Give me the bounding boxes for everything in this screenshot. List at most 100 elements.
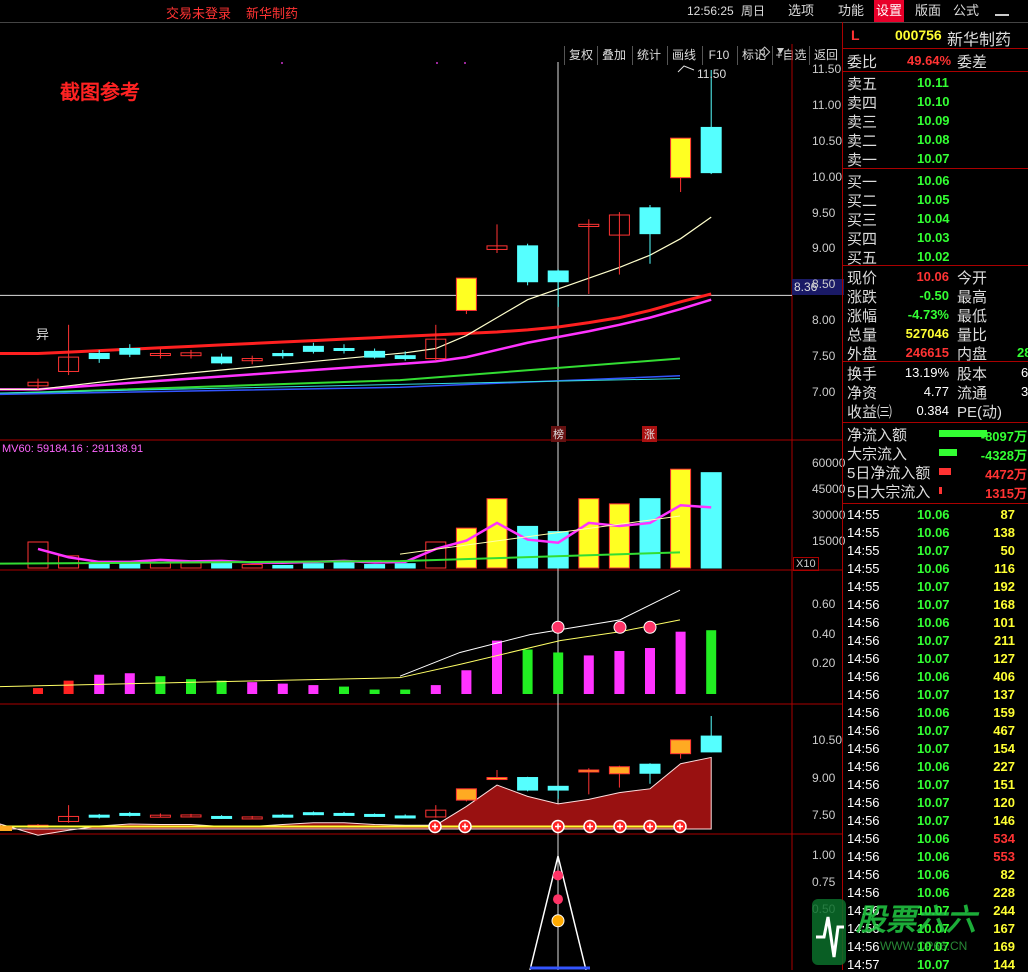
weekday: 周日 <box>741 4 766 18</box>
tick-volume: 534 <box>993 831 1015 846</box>
price-axis-tick: 11.50 <box>812 62 842 76</box>
indicator-bar <box>33 688 43 694</box>
stat2-label: 收益㈢ <box>847 404 893 421</box>
tick-price: 10.07 <box>917 741 950 756</box>
indicator-bar <box>583 655 594 694</box>
stock-name: 新华制药 <box>947 32 1012 49</box>
volume-ma-label: MV60: 59184.16 : 291138.91 <box>2 443 144 455</box>
chart-area[interactable] <box>0 44 842 970</box>
flow-value: -4328万 <box>980 448 1027 463</box>
ask-price: 10.07 <box>917 151 950 166</box>
tick-volume: 101 <box>993 615 1015 630</box>
indicator-axis-tick: 0.20 <box>812 656 836 671</box>
minimize-icon[interactable] <box>995 2 1009 16</box>
ask-label: 卖一 <box>847 152 878 169</box>
tick-price: 10.07 <box>917 813 950 828</box>
sub-chart <box>0 716 722 836</box>
candle-body <box>88 353 110 360</box>
tick-price: 10.06 <box>917 867 950 882</box>
stock-flag: L <box>851 27 860 43</box>
stat2-label: 净资 <box>847 385 878 402</box>
sub-candle-body <box>272 814 294 818</box>
tick-price: 10.06 <box>917 849 950 864</box>
login-link[interactable]: 交易未登录 <box>166 3 231 22</box>
bid-price: 10.06 <box>917 173 950 188</box>
tick-time: 14:56 <box>847 705 880 720</box>
sub-candle-body <box>302 812 324 816</box>
peak-marker <box>553 870 563 881</box>
sub-candle-body <box>486 777 508 781</box>
indicator-bar <box>522 649 533 694</box>
tick-price: 10.06 <box>917 759 950 774</box>
tick-time: 14:56 <box>847 867 880 882</box>
tick-price: 10.07 <box>917 633 950 648</box>
dot-marker <box>281 62 283 64</box>
tick-volume: 151 <box>993 777 1015 792</box>
bid-label: 买四 <box>847 231 878 248</box>
stat2-label2: 股本 <box>957 366 988 383</box>
sub-candle-body <box>670 739 692 755</box>
signal-marker <box>643 620 657 634</box>
stat-value: 527046 <box>905 326 949 341</box>
flow-bar <box>939 449 957 456</box>
volume-bar <box>517 525 539 569</box>
dot-marker <box>436 62 438 64</box>
menu-formula[interactable]: 公式 <box>948 0 984 22</box>
menu-layout[interactable]: 版面 <box>910 0 946 22</box>
indicator-bar <box>614 650 625 694</box>
limit-up-marker: 涨 <box>642 426 657 442</box>
tick-volume: 159 <box>993 705 1015 720</box>
signal-marker <box>613 620 627 634</box>
menu-functions[interactable]: 功能 <box>832 0 870 22</box>
volume-bar <box>88 563 110 569</box>
moving-average-lines <box>0 216 712 396</box>
volume-unit-label: X10 <box>793 557 819 571</box>
sub-candle-body <box>608 766 630 775</box>
price-axis-tick: 10.50 <box>812 133 843 148</box>
bid-label: 买一 <box>847 174 878 191</box>
sub-candle-body <box>517 777 539 791</box>
tick-price: 10.06 <box>917 831 950 846</box>
tick-volume: 553 <box>993 849 1015 864</box>
tick-time: 14:56 <box>847 831 880 846</box>
indicator-axis-tick: 0.40 <box>812 626 836 641</box>
volume-bar <box>241 564 263 569</box>
tick-price: 10.07 <box>917 579 950 594</box>
sub-candle-body <box>578 769 600 773</box>
indicator-bar <box>400 689 411 694</box>
ask-label: 卖五 <box>847 76 878 93</box>
bid-price: 10.02 <box>917 249 950 264</box>
sub-candle-body <box>394 815 416 819</box>
candle-body <box>394 355 416 360</box>
price-axis-tick: 9.50 <box>812 205 836 220</box>
stat-extra: 28 <box>1017 345 1028 360</box>
indicator-bar <box>155 676 166 694</box>
bid-price: 10.03 <box>917 230 950 245</box>
tick-price: 10.07 <box>917 795 950 810</box>
menu-options[interactable]: 选项 <box>782 0 820 22</box>
sub-candle-body <box>700 735 722 753</box>
stat2-value: 0.384 <box>916 403 949 418</box>
indicator-bar <box>216 680 227 694</box>
plus-signal-icon <box>643 819 657 834</box>
price-axis-tick: 8.00 <box>812 313 836 328</box>
plus-signal-icon <box>583 819 597 834</box>
weicha-label: 委差 <box>957 54 988 71</box>
tick-time: 14:56 <box>847 669 880 684</box>
bid-price: 10.05 <box>917 192 950 207</box>
ask-price: 10.08 <box>917 132 950 147</box>
left-marker <box>0 826 12 831</box>
tick-time: 14:55 <box>847 579 880 594</box>
plus-signal-icon <box>673 819 687 834</box>
tick-time: 14:56 <box>847 795 880 810</box>
screenshot-annotation: 截图参考 <box>60 82 140 104</box>
ask-label: 卖二 <box>847 133 878 150</box>
ask-price: 10.10 <box>917 94 950 109</box>
menu-settings[interactable]: 设置 <box>874 0 904 22</box>
bottom-axis-tick: 1.00 <box>812 848 836 862</box>
tick-volume: 168 <box>993 597 1015 612</box>
sub-candle-body <box>639 763 661 774</box>
stock-name-link[interactable]: 新华制药 <box>246 3 298 22</box>
tick-price: 10.07 <box>917 597 950 612</box>
stat-label2: 今开 <box>957 270 988 287</box>
